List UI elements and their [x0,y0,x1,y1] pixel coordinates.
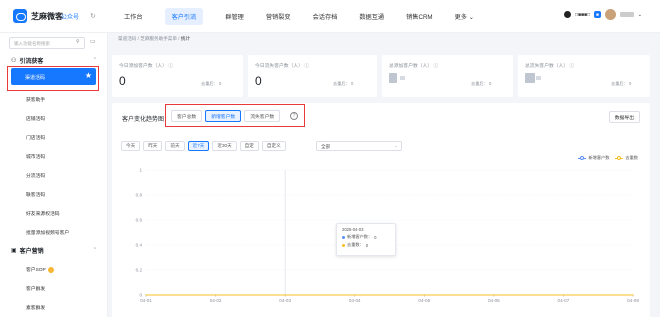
blurred-value [536,76,541,80]
chevron-up-icon[interactable]: ⌃ [93,57,97,63]
sidebar-item-shop[interactable]: 门店活码 [26,134,45,141]
stat-value: 0 [119,74,126,88]
emoji-icon [47,266,54,273]
x-tick-label: 04-06 [488,298,500,303]
panel-title: 客户变化趋势图 [122,117,165,123]
x-tick-label: 04-07 [558,298,570,303]
sidebar-group-marketing[interactable]: ▣ 客户营销 [11,246,44,255]
brand-name: 芝麻微客 [31,12,63,21]
sidebar-item-customer-sop[interactable]: 客户SOP [26,266,54,273]
x-tick-label: 04-08 [627,298,639,303]
account-name: □■■■□ [574,11,591,18]
x-tick-label: 04-03 [279,298,291,303]
stat-card-total-lost: 总流失客户数（人） ⓘ 去重后： 0 [518,55,650,97]
sidebar-group-acquisition[interactable]: ⚇ 引流获客 [11,56,43,65]
chart-tooltip: 2025-04-03 新增客户数： 0 去重数： 0 [336,223,396,256]
series-point [562,294,565,296]
chevron-down-icon[interactable]: ⌄ [638,12,642,18]
series-point [423,294,425,296]
sidebar-item-group-broadcast[interactable]: 素客群发 [26,304,45,311]
brand-sub-link[interactable]: 公众号 [61,12,79,21]
avatar[interactable] [604,9,616,20]
info-icon: ⓘ [168,64,174,69]
legend-item-dedup[interactable]: 去重数 [615,155,638,161]
trend-chart: 0 0.2 0.4 0.6 0.8 1 04-01 04-02 04-03 04-04 04-05 0… [136,168,640,304]
nav-group-management[interactable]: 群管理 [214,0,255,33]
series-point [284,294,286,296]
chevron-up-icon[interactable]: ⌃ [93,247,97,253]
calendar-icon: ▣ [11,248,17,254]
breadcrumb: 渠道活码 / 芝麻服务助手菜单 / 统计 [118,36,191,41]
series-point [632,294,634,296]
date-range-filters: 今天 昨天 前天 近7天 近30天 自定 自定义 [121,141,286,151]
sidebar-item-store[interactable]: 店铺活码 [26,115,45,122]
x-tick-label: 04-02 [210,298,222,303]
account-area[interactable]: □■■■□ ■ ⌄ [563,9,642,20]
trend-panel: 0 0.2 0.4 0.6 0.8 1 04-01 04-02 04-03 04-04 04-05 0… [112,103,650,317]
range-today[interactable]: 今天 [121,141,141,151]
x-tick-label: 04-05 [418,298,430,303]
highlight-outline [165,104,305,127]
y-tick-label: 0.6 [136,218,143,223]
series-point [354,294,356,296]
nav-marketing[interactable]: 营销裂变 [255,0,302,33]
info-icon: ⓘ [304,64,310,69]
nav-session-archive[interactable]: 会话存档 [302,0,349,33]
sidebar-item-video-customers[interactable]: 批量添加视频号客户 [26,229,69,236]
main-nav: 工作台 客户引流 群管理 营销裂变 会话存档 数据互通 销售CRM 更多 ⌄ [113,0,485,33]
blurred-value [389,73,397,83]
sidebar-item-friend-source[interactable]: 好友来源权活码 [26,210,60,217]
people-icon: ⚇ [11,58,17,64]
brand-logo-icon [13,9,27,23]
nav-data-sync[interactable]: 数据互通 [348,0,395,33]
nav-customer-acquisition[interactable]: 客户引流 [154,0,215,33]
blurred-value [525,73,535,83]
series-point [493,294,495,296]
range-day-before[interactable]: 前天 [165,141,185,151]
sidebar-item-city[interactable]: 城市活码 [26,153,45,160]
blurred-value [400,76,405,80]
y-tick-label: 0.8 [136,193,143,198]
chart-legend: 新增客户数 去重数 [578,155,638,161]
range-yesterday[interactable]: 昨天 [143,141,163,151]
company-logo-icon [563,11,571,18]
info-icon: ⓘ [433,64,439,69]
sidebar-item-customer-broadcast[interactable]: 客户群发 [26,285,45,292]
legend-item-new[interactable]: 新增客户数 [578,155,609,161]
nav-sales-crm[interactable]: 销售CRM [395,0,443,33]
x-tick-label: 04-04 [349,298,361,303]
folder-icon[interactable]: ▭ [90,38,96,45]
chevron-down-icon: ⌄ [394,143,398,148]
stat-card-total-added: 总添加客户数（人） ⓘ 去重后： 0 [382,55,513,97]
nav-workbench[interactable]: 工作台 [113,0,154,33]
range-7-days[interactable]: 近7天 [187,141,210,151]
sidebar-search-input[interactable]: 输入功能名称搜索 [9,37,85,49]
stat-card-today-lost: 今日流失客户数（人） ⓘ 0 去重后： 0 [248,55,377,97]
range-30-days[interactable]: 近30天 [212,141,237,151]
y-tick-label: 1 [139,168,142,173]
sidebar-item-assistant[interactable]: 获客助手 [26,96,45,103]
range-custom[interactable]: 自定义 [261,141,286,151]
user-name-blurred [619,12,634,17]
filter-select[interactable]: 全部 ⌄ [316,141,402,151]
search-icon[interactable]: ⚲ [76,39,80,45]
sidebar-item-link[interactable]: 联客活码 [26,191,45,198]
export-button[interactable]: 数据导出 [608,111,640,123]
y-tick-label: 0.4 [136,243,143,248]
nav-more[interactable]: 更多 ⌄ [444,0,485,33]
y-tick-label: 0.2 [136,268,143,273]
top-navigation-bar: 芝麻微客 公众号 ↻ 工作台 客户引流 群管理 营销裂变 会话存档 数据互通 销… [0,0,660,33]
highlight-outline [7,66,99,91]
range-custom-a[interactable]: 自定 [239,141,259,151]
x-tick-label: 04-01 [140,298,152,303]
account-tag: ■ [594,11,601,18]
series-point [214,294,217,296]
sidebar-item-split[interactable]: 分流活码 [26,172,45,179]
series-point [145,294,147,296]
info-icon: ⓘ [569,64,575,69]
y-tick-label: 0 [139,293,142,298]
stat-value: 0 [255,74,262,88]
stat-card-today-added: 今日添加客户数（人） ⓘ 0 去重后： 0 [112,55,243,97]
switch-icon[interactable]: ↻ [90,12,96,20]
